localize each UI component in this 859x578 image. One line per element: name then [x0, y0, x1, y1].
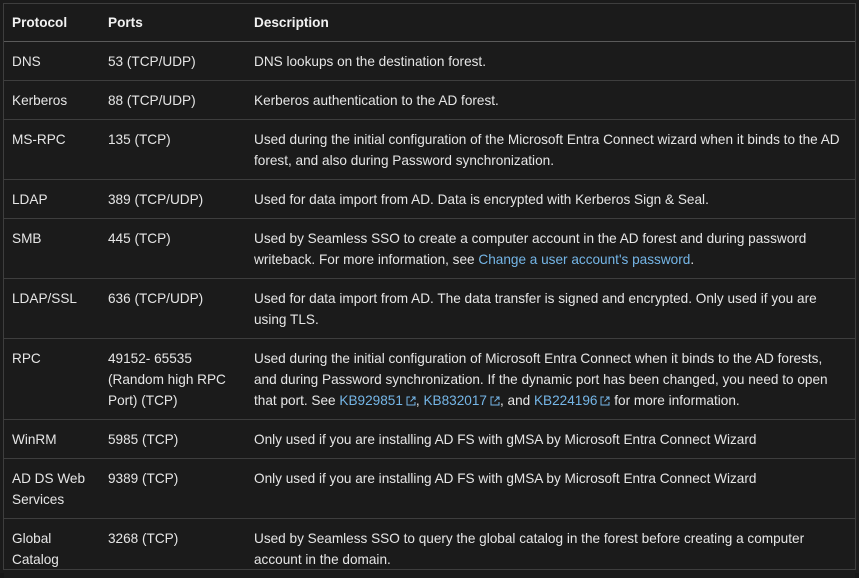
ports-cell: 49152- 65535 (Random high RPC Port) (TCP…	[100, 339, 246, 420]
external-link-icon	[600, 396, 610, 406]
description-cell: Used during the initial configuration of…	[246, 339, 855, 420]
link-label: KB832017	[423, 393, 487, 408]
table-row: Kerberos 88 (TCP/UDP) Kerberos authentic…	[4, 81, 855, 120]
ports-cell: 9389 (TCP)	[100, 459, 246, 519]
table-row: MS-RPC 135 (TCP) Used during the initial…	[4, 120, 855, 180]
description-cell: Only used if you are installing AD FS wi…	[246, 420, 855, 459]
table-row: LDAP/SSL 636 (TCP/UDP) Used for data imp…	[4, 279, 855, 339]
page: Protocol Ports Description DNS 53 (TCP/U…	[0, 0, 859, 573]
ports-cell: 135 (TCP)	[100, 120, 246, 180]
table-header-row: Protocol Ports Description	[4, 4, 855, 42]
description-cell: Used during the initial configuration of…	[246, 120, 855, 180]
column-header-description: Description	[246, 4, 855, 42]
table-row: AD DS Web Services 9389 (TCP) Only used …	[4, 459, 855, 519]
protocol-cell: SMB	[4, 219, 100, 279]
kb224196-link[interactable]: KB224196	[534, 393, 611, 408]
ports-cell: 389 (TCP/UDP)	[100, 180, 246, 219]
description-cell: DNS lookups on the destination forest.	[246, 42, 855, 81]
protocol-cell: LDAP/SSL	[4, 279, 100, 339]
table-row: WinRM 5985 (TCP) Only used if you are in…	[4, 420, 855, 459]
kb929851-link[interactable]: KB929851	[339, 393, 416, 408]
table-row: RPC 49152- 65535 (Random high RPC Port) …	[4, 339, 855, 420]
ports-cell: 5985 (TCP)	[100, 420, 246, 459]
column-header-ports: Ports	[100, 4, 246, 42]
protocol-cell: LDAP	[4, 180, 100, 219]
external-link-icon	[490, 396, 500, 406]
table-row: LDAP 389 (TCP/UDP) Used for data import …	[4, 180, 855, 219]
table-row: SMB 445 (TCP) Used by Seamless SSO to cr…	[4, 219, 855, 279]
kb832017-link[interactable]: KB832017	[423, 393, 500, 408]
protocol-cell: DNS	[4, 42, 100, 81]
description-cell: Only used if you are installing AD FS wi…	[246, 459, 855, 519]
change-password-link[interactable]: Change a user account's password	[478, 252, 690, 267]
ports-cell: 88 (TCP/UDP)	[100, 81, 246, 120]
table-row: DNS 53 (TCP/UDP) DNS lookups on the dest…	[4, 42, 855, 81]
link-label: KB929851	[339, 393, 403, 408]
protocol-cell: Kerberos	[4, 81, 100, 120]
ports-cell: 53 (TCP/UDP)	[100, 42, 246, 81]
table-row: Global Catalog 3268 (TCP) Used by Seamle…	[4, 519, 855, 578]
description-text: .	[690, 252, 694, 267]
table-header: Protocol Ports Description	[4, 4, 855, 42]
protocol-cell: RPC	[4, 339, 100, 420]
description-cell: Used by Seamless SSO to create a compute…	[246, 219, 855, 279]
description-text: for more information.	[610, 393, 739, 408]
ports-cell: 636 (TCP/UDP)	[100, 279, 246, 339]
ports-table: Protocol Ports Description DNS 53 (TCP/U…	[4, 4, 855, 578]
external-link-icon	[406, 396, 416, 406]
link-label: KB224196	[534, 393, 598, 408]
protocol-cell: AD DS Web Services	[4, 459, 100, 519]
protocol-cell: MS-RPC	[4, 120, 100, 180]
column-header-protocol: Protocol	[4, 4, 100, 42]
ports-cell: 445 (TCP)	[100, 219, 246, 279]
description-cell: Used for data import from AD. Data is en…	[246, 180, 855, 219]
separator: , and	[500, 393, 534, 408]
description-cell: Kerberos authentication to the AD forest…	[246, 81, 855, 120]
protocol-cell: WinRM	[4, 420, 100, 459]
description-cell: Used for data import from AD. The data t…	[246, 279, 855, 339]
ports-cell: 3268 (TCP)	[100, 519, 246, 578]
protocol-cell: Global Catalog	[4, 519, 100, 578]
description-cell: Used by Seamless SSO to query the global…	[246, 519, 855, 578]
table-body: DNS 53 (TCP/UDP) DNS lookups on the dest…	[4, 42, 855, 578]
